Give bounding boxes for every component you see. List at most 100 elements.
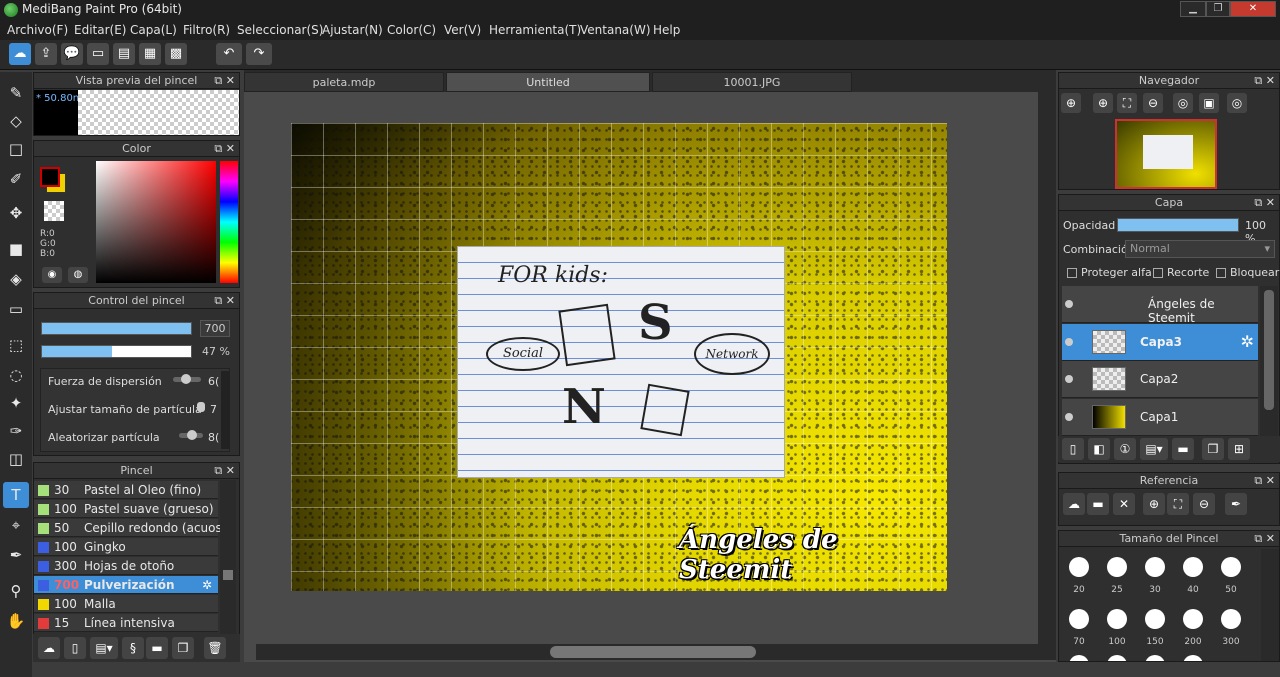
brush-size-preset[interactable] [1145,655,1165,661]
brush-list-scrollbar[interactable] [220,480,236,634]
new-layer-icon[interactable]: ▯ [1062,438,1084,460]
visibility-icon[interactable] [1065,300,1073,308]
menu-capa[interactable]: Capa(L) [130,23,177,37]
select-rect-tool-icon[interactable]: ⬚ [3,332,29,358]
zoom-in-icon[interactable]: ⊕ [1061,93,1081,113]
fill-rect-tool-icon[interactable]: ■ [3,236,29,262]
canvas-horizontal-scrollbar[interactable] [256,644,1056,660]
comment-icon[interactable]: 💬 [61,43,83,65]
layer-folder-icon[interactable]: ▬ [1172,438,1194,460]
menu-ventana[interactable]: Ventana(W) [580,23,651,37]
color-picker-square[interactable] [96,161,216,283]
move-tool-icon[interactable]: ✥ [3,200,29,226]
visibility-icon[interactable] [1065,412,1073,421]
brush-size-preset[interactable] [1107,655,1127,661]
reference-eyedropper-icon[interactable]: ✒ [1225,493,1247,515]
settings-scrollbar[interactable] [221,371,229,449]
panel-close-icon[interactable]: ⧉ ✕ [1254,73,1275,89]
foreground-color-swatch[interactable] [40,167,60,187]
duplicate-layer-icon[interactable]: ❐ [1202,438,1224,460]
reference-fit-icon[interactable]: ⛶ [1167,493,1189,515]
layer-scrollbar[interactable] [1260,286,1278,436]
brush-size-preset[interactable] [1107,557,1127,577]
menu-editar[interactable]: Editar(E) [74,23,126,37]
rotate-right-icon[interactable]: ◎ [1227,93,1247,113]
brush-size-preset[interactable] [1069,557,1089,577]
brush-size-value[interactable]: 700 [200,320,230,337]
transparent-color-swatch[interactable] [44,201,64,221]
brush-size-preset[interactable] [1183,655,1203,661]
brush-list-item[interactable]: 300 Hojas de otoño [34,557,218,575]
panel-close-icon[interactable]: ⧉ ✕ [214,293,235,309]
operation-tool-icon[interactable]: ⌖ [3,512,29,538]
eyedropper-tool-icon[interactable]: ✒ [3,542,29,568]
brush-size-preset[interactable] [1145,557,1165,577]
brush-list-item[interactable]: 100 Malla [34,595,218,613]
zoom-out-icon[interactable]: ⊖ [1143,93,1163,113]
duplicate-icon[interactable]: ❐ [172,637,194,659]
dropper-tool-icon[interactable]: ⚲ [3,578,29,604]
select-eraser-tool-icon[interactable]: ◫ [3,446,29,472]
randomize-particle-slider[interactable] [179,430,203,440]
panel-close-icon[interactable]: ⧉ ✕ [1254,531,1275,547]
folder-icon[interactable]: ▬ [146,637,168,659]
tab-untitled[interactable]: Untitled [446,72,650,92]
reference-zoom-in-icon[interactable]: ⊕ [1143,493,1165,515]
brush-settings-icon[interactable]: § [122,637,144,659]
document-icon[interactable]: ▤ [113,43,135,65]
scatter-strength-slider[interactable] [173,374,201,384]
close-button[interactable]: ✕ [1230,1,1276,17]
brush-list-item[interactable]: 50 Cepillo redondo (acuoso) [34,519,234,537]
fullscreen-icon[interactable]: ▣ [1199,93,1219,113]
menu-ver[interactable]: Ver(V) [444,23,481,37]
message-icon[interactable]: ▭ [87,43,109,65]
menu-color[interactable]: Color(C) [387,23,436,37]
panel-close-icon[interactable]: ⧉ ✕ [214,141,235,157]
brush-size-scrollbar[interactable] [1261,549,1279,661]
layer-row[interactable]: Capa2 [1062,361,1258,398]
brush-size-preset[interactable] [1221,609,1241,629]
brush-list-item[interactable]: 700 Pulverización ✲ [34,576,218,594]
new-halftone-layer-icon[interactable]: ◧ [1088,438,1110,460]
protect-alpha-checkbox[interactable] [1067,268,1077,278]
panel-close-icon[interactable]: ⧉ ✕ [1254,473,1275,489]
minimize-button[interactable]: ▁ [1180,1,1206,17]
color-wheel-icon[interactable]: ◍ [68,267,88,283]
new-brush-icon[interactable]: ▯ [64,637,86,659]
lock-checkbox[interactable] [1216,268,1226,278]
zoom-in-2-icon[interactable]: ⊕ [1093,93,1113,113]
brush-list-item[interactable]: 15 Línea intensiva [34,614,218,632]
palette-icon[interactable]: ◉ [42,267,62,283]
brush-size-preset[interactable] [1221,557,1241,577]
reference-close-icon[interactable]: ✕ [1113,493,1135,515]
tab-paleta[interactable]: paleta.mdp [244,72,444,92]
layer-row[interactable]: Capa1 [1062,398,1258,436]
reference-zoom-out-icon[interactable]: ⊖ [1193,493,1215,515]
select-pen-tool-icon[interactable]: ✑ [3,418,29,444]
panel-close-icon[interactable]: ⧉ ✕ [1254,195,1275,211]
dot-brush-tool-icon[interactable]: ✐ [3,166,29,192]
brush-size-preset[interactable] [1069,655,1089,661]
brush-opacity-slider[interactable] [41,345,192,358]
brush-list-item[interactable]: 100 Gingko [34,538,218,556]
tab-10001[interactable]: 10001.JPG [652,72,852,92]
brush-size-preset[interactable] [1183,557,1203,577]
rotate-left-icon[interactable]: ◎ [1173,93,1193,113]
menu-filtro[interactable]: Filtro(R) [183,23,230,37]
layer-row[interactable]: Ángeles de Steemit [1062,286,1258,325]
canvas-vertical-scrollbar[interactable] [1038,92,1056,644]
layer-row[interactable]: Capa3 ✲ [1062,323,1258,361]
blend-mode-select[interactable]: Normal ▾ [1125,240,1275,258]
upload-icon[interactable]: ⇪ [35,43,57,65]
brush-list-item[interactable]: 30 Pastel al Oleo (fino) [34,481,218,499]
brush-tool-icon[interactable]: ✎ [3,80,29,106]
cloud-brush-icon[interactable]: ☁ [38,637,60,659]
clipping-checkbox[interactable] [1153,268,1163,278]
gradient-tool-icon[interactable]: ▭ [3,296,29,322]
brush-size-preset[interactable] [1183,609,1203,629]
menu-seleccionar[interactable]: Seleccionar(S) [237,23,323,37]
hand-tool-icon[interactable]: ✋ [3,608,29,634]
menu-help[interactable]: Help [653,23,680,37]
new-1bit-layer-icon[interactable]: ① [1114,438,1136,460]
merge-layer-icon[interactable]: ⊞ [1228,438,1250,460]
